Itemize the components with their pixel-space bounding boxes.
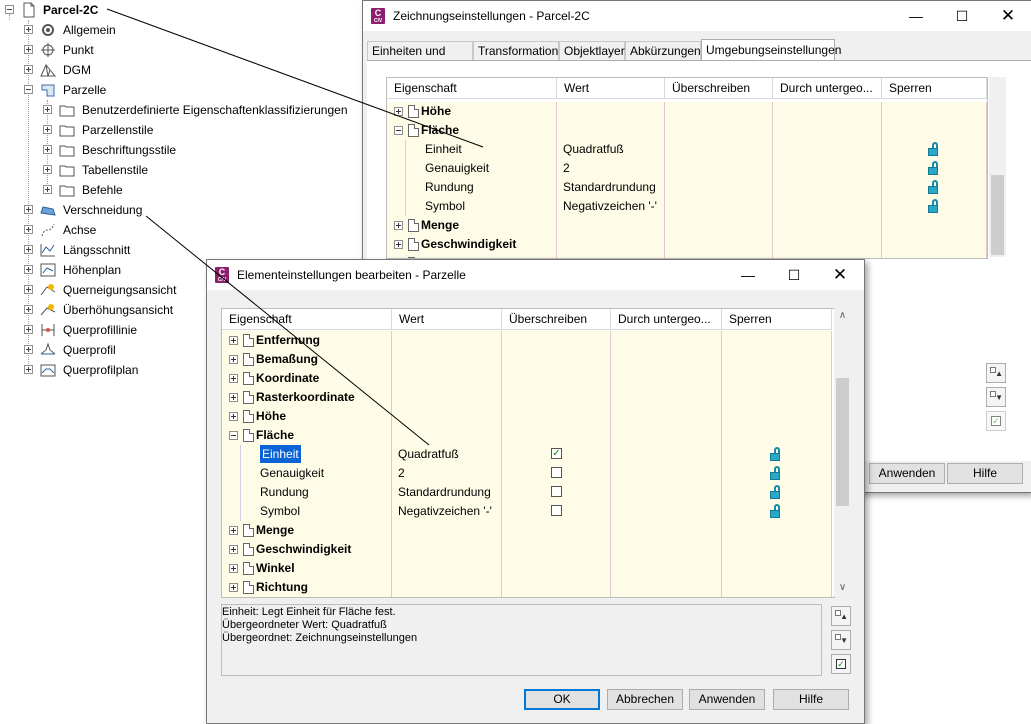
leader-lines [106, 8, 484, 446]
leader-line [106, 8, 484, 148]
leader-line [145, 215, 430, 446]
